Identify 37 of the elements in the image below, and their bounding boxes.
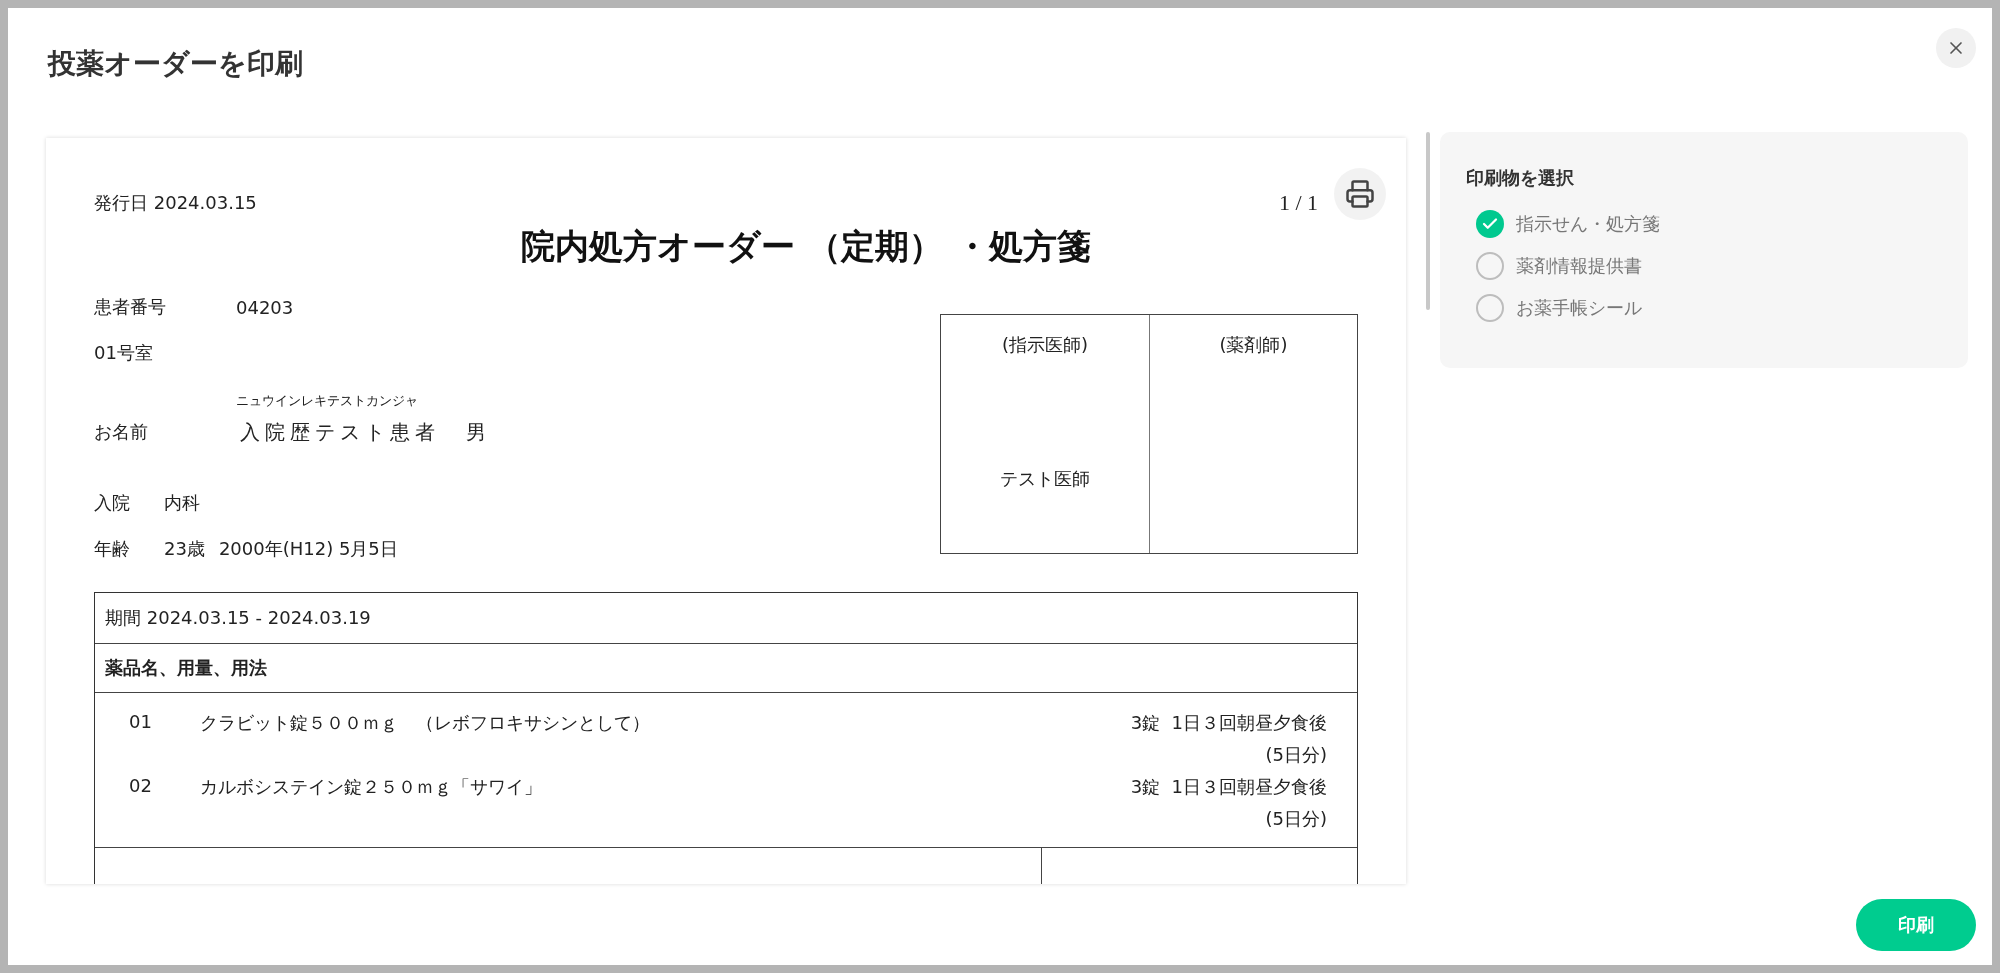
- days-supply: (5日分): [1265, 807, 1327, 831]
- dialog-title: 投薬オーダーを印刷: [48, 46, 303, 82]
- signature-heading: (薬剤師): [1219, 333, 1288, 357]
- prescription-period: 期間 2024.03.15 - 2024.03.19: [105, 606, 371, 630]
- days-supply: (5日分): [1265, 743, 1327, 767]
- item-number: 02: [129, 775, 152, 796]
- drug-name: カルボシステイン錠２５０ｍｇ「サワイ」: [199, 775, 542, 799]
- patient-sex: 男: [466, 418, 486, 446]
- document-title: 院内処方オーダー （定期） ・処方箋: [521, 226, 1091, 266]
- birth-date: 2000年(H12) 5月5日: [218, 537, 398, 561]
- printer-icon: [1345, 179, 1375, 209]
- field-label: 入院: [94, 491, 131, 515]
- scrollbar[interactable]: [1426, 132, 1430, 310]
- print-option[interactable]: 指示せん・処方箋: [1466, 204, 1670, 244]
- print-icon-button[interactable]: [1334, 168, 1386, 220]
- dosage: 3錠 1日３回朝昼夕食後: [1130, 711, 1327, 735]
- name-furigana: ニュウインレキテストカンジャ: [236, 392, 418, 410]
- dosage: 3錠 1日３回朝昼夕食後: [1130, 775, 1327, 799]
- patient-number: 04203: [236, 296, 294, 318]
- print-option[interactable]: お薬手帳シール: [1466, 288, 1652, 328]
- field-label: 患者番号: [94, 295, 167, 319]
- table-header: 薬品名、用量、用法: [105, 656, 267, 680]
- patient-age: 23歳: [164, 537, 205, 561]
- field-label: お名前: [94, 420, 149, 444]
- page-number: 1 / 1: [1278, 190, 1318, 216]
- signature-name: テスト医師: [1000, 467, 1090, 491]
- signature-heading: (指示医師): [1001, 333, 1088, 357]
- panel-title: 印刷物を選択: [1466, 166, 1575, 190]
- room-number: 01号室: [94, 341, 153, 365]
- field-label: 年齢: [94, 537, 131, 561]
- issue-date: 発行日 2024.03.15: [94, 191, 257, 215]
- item-number: 01: [129, 711, 152, 732]
- drug-name: クラビット錠５００ｍｇ （レボフロキサシンとして）: [199, 711, 650, 735]
- patient-name: 入院歴テスト患者: [240, 418, 440, 446]
- close-button[interactable]: [1936, 28, 1976, 68]
- department: 内科: [164, 491, 200, 515]
- print-option[interactable]: 薬剤情報提供書: [1466, 246, 1652, 286]
